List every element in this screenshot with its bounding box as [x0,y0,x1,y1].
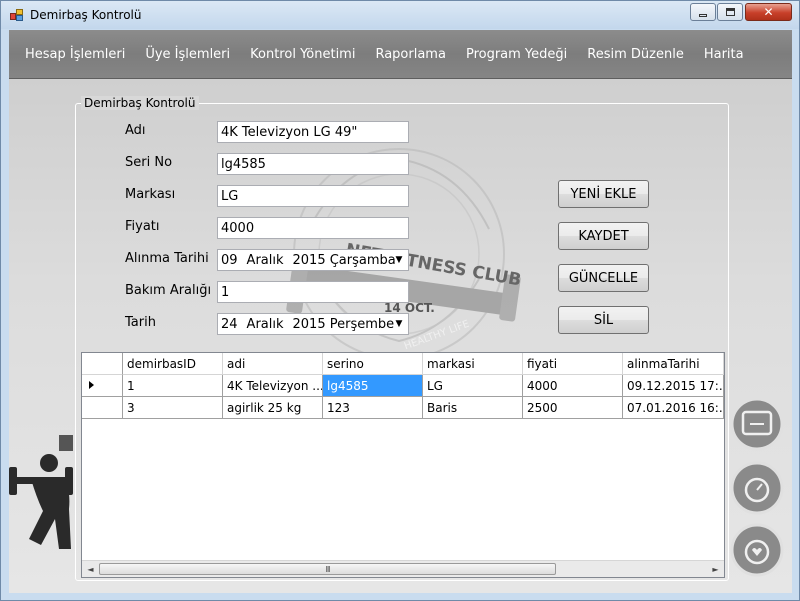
column-header-demirbasid[interactable]: demirbasID [123,353,223,375]
menu-uye-islemleri[interactable]: Üye İşlemleri [135,30,240,78]
adi-label: Adı [125,123,146,138]
bakim-araligi-label: Bakım Aralığı [125,283,212,298]
cell-markasi[interactable]: LG [423,375,523,397]
header-corner [82,353,123,375]
column-header-markasi[interactable]: markasi [423,353,523,375]
grid-header-row: demirbasID adi serino markasi fiyati ali… [82,353,724,375]
tarih-day: 24 [221,317,238,332]
demirbas-datagrid[interactable]: demirbasID adi serino markasi fiyati ali… [81,352,725,578]
column-header-adi[interactable]: adi [223,353,323,375]
tarih-label: Tarih [125,315,156,330]
cell-markasi[interactable]: Baris [423,397,523,419]
menu-kontrol-yonetimi[interactable]: Kontrol Yönetimi [240,30,365,78]
menu-harita[interactable]: Harita [694,30,754,78]
dropdown-arrow-icon[interactable]: ▼ [392,317,406,331]
window-title: Demirbaş Kontrolü [30,8,142,22]
sil-button[interactable]: SİL [558,306,649,334]
heart-timer-icon [730,523,784,577]
maximize-button[interactable] [717,3,743,21]
menu-program-yedegi[interactable]: Program Yedeği [456,30,577,78]
adi-input[interactable]: 4K Televizyon LG 49" [217,121,409,143]
tarih-month: Aralık [246,317,284,332]
cell-adi[interactable]: 4K Televizyon ... [223,375,323,397]
markasi-label: Markası [125,187,176,202]
row-header[interactable] [82,375,123,397]
cell-alinmatarihi[interactable]: 07.01.2016 16:... [623,397,724,419]
menu-resim-duzenle[interactable]: Resim Düzenle [577,30,694,78]
cell-demirbasid[interactable]: 1 [123,375,223,397]
stopwatch-icon [730,461,784,515]
main-window: Demirbaş Kontrolü ✕ Hesap İşlemleri Üye … [0,0,800,601]
guncelle-button[interactable]: GÜNCELLE [558,264,649,292]
cell-fiyati[interactable]: 2500 [523,397,623,419]
column-header-fiyati[interactable]: fiyati [523,353,623,375]
title-bar: Demirbaş Kontrolü ✕ [1,1,799,29]
cell-serino-selected[interactable]: lg4585 [323,375,423,397]
fiyati-label: Fiyatı [125,219,160,234]
table-row[interactable]: 3 agirlik 25 kg 123 Baris 2500 07.01.201… [82,397,724,419]
menu-hesap-islemleri[interactable]: Hesap İşlemleri [15,30,135,78]
bakim-araligi-input[interactable]: 1 [217,281,409,303]
minimize-button[interactable] [690,3,716,21]
client-area: NET FITNESS CLUB 14 OCT. HEALTHY LIFE De… [9,79,792,593]
scroll-thumb[interactable]: III [99,563,556,575]
kaydet-button[interactable]: KAYDET [558,222,649,250]
seri-no-label: Seri No [125,155,173,170]
close-icon: ✕ [763,5,774,19]
cell-adi[interactable]: agirlik 25 kg [223,397,323,419]
cell-alinmatarihi[interactable]: 09.12.2015 17:... [623,375,724,397]
fiyati-input[interactable]: 4000 [217,217,409,239]
horizontal-scrollbar[interactable]: ◄ III ► [82,560,724,577]
app-icon [10,9,24,21]
row-header[interactable] [82,397,123,419]
maximize-icon [725,8,735,16]
gym-silhouette-icon [9,454,73,549]
table-row[interactable]: 1 4K Televizyon ... lg4585 LG 4000 09.12… [82,375,724,397]
tarih-datepicker[interactable]: 24 Aralık 2015 Perşembe ▼ [217,313,409,335]
grid-empty-area [82,419,724,560]
grid-body: demirbasID adi serino markasi fiyati ali… [82,353,724,577]
menu-raporlama[interactable]: Raporlama [365,30,455,78]
weight-plate-decoration [59,435,73,451]
cell-demirbasid[interactable]: 3 [123,397,223,419]
groupbox-title: Demirbaş Kontrolü [81,96,199,110]
scroll-right-icon[interactable]: ► [707,561,724,577]
alinma-month: Aralık [246,253,284,268]
close-button[interactable]: ✕ [745,3,792,21]
alinma-day: 09 [221,253,238,268]
cell-serino[interactable]: 123 [323,397,423,419]
alinma-tarihi-label: Alınma Tarihi [125,251,209,266]
alinma-year: 2015 Çarşamba [292,253,396,268]
seri-no-input[interactable]: lg4585 [217,153,409,175]
menu-bar: Hesap İşlemleri Üye İşlemleri Kontrol Yö… [9,30,792,79]
cell-fiyati[interactable]: 4000 [523,375,623,397]
column-header-alinmatarihi[interactable]: alinmaTarihi [623,353,724,375]
alinma-tarihi-datepicker[interactable]: 09 Aralık 2015 Çarşamba ▼ [217,249,409,271]
dropdown-arrow-icon[interactable]: ▼ [392,253,406,267]
scale-icon [730,397,784,451]
row-pointer-icon [89,381,94,389]
column-header-serino[interactable]: serino [323,353,423,375]
markasi-input[interactable]: LG [217,185,409,207]
yeni-ekle-button[interactable]: YENİ EKLE [558,180,649,208]
minimize-icon [699,13,707,17]
scroll-left-icon[interactable]: ◄ [82,561,99,577]
tarih-year: 2015 Perşembe [292,317,395,332]
